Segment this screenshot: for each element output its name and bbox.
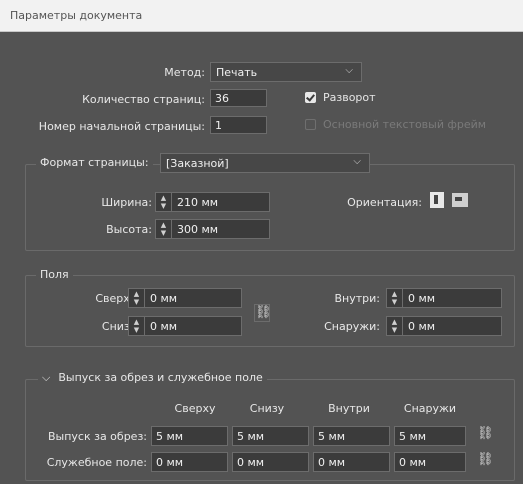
margin-top-stepper[interactable]: ▲ ▼ 0 мм [128,288,242,308]
page-format-select[interactable]: [Заказной] ⌵ [160,153,370,173]
width-label: Ширина: [101,196,152,209]
method-select[interactable]: Печать ⌵ [210,62,362,82]
bleed-outside-input[interactable]: 5 мм [394,426,466,446]
unlink-bleed-icon[interactable]: ⛓ [477,426,494,441]
slug-outside-input[interactable]: 0 мм [394,452,466,472]
pages-count-input[interactable]: 36 [210,89,267,107]
margin-outside-stepper[interactable]: ▲ ▼ 0 мм [386,316,502,336]
margin-top-value: 0 мм [150,292,178,305]
start-page-input[interactable]: 1 [210,116,267,134]
stepper-arrows-icon[interactable]: ▲ ▼ [156,193,172,211]
column-header-bottom: Снизу [249,402,285,415]
margin-bottom-stepper[interactable]: ▲ ▼ 0 мм [128,316,242,336]
height-value: 300 мм [177,223,219,236]
page-format-label: Формат страницы: [36,156,153,169]
method-label: Метод: [164,66,205,79]
primary-text-frame-checkbox[interactable] [305,119,316,130]
orientation-label: Ориентация: [347,196,422,209]
slug-row-label: Служебное поле: [46,456,147,469]
bleed-top-input[interactable]: 5 мм [151,426,228,446]
column-header-outside: Снаружи [403,402,457,415]
spread-label: Разворот [323,91,376,104]
margin-top-label: Сверху: [95,292,140,305]
margin-bottom-value: 0 мм [150,320,178,333]
chevron-down-icon: ⌵ [345,65,353,76]
bleed-inside-input[interactable]: 5 мм [313,426,390,446]
bleed-row-label: Выпуск за обрез: [47,430,147,443]
chevron-down-icon: ⌵ [42,371,51,384]
landscape-orientation-icon[interactable] [452,193,468,207]
margin-inside-label: Внутри: [334,292,381,305]
stepper-arrows-icon[interactable]: ▲ ▼ [129,317,145,335]
chevron-down-icon: ⌵ [353,156,361,167]
window-titlebar: Параметры документа [0,0,523,32]
link-margins-icon[interactable]: ⛓ [254,304,272,322]
column-header-inside: Внутри [328,402,370,415]
slug-top-input[interactable]: 0 мм [151,452,228,472]
stepper-arrows-icon[interactable]: ▲ ▼ [156,220,172,238]
window-title: Параметры документа [10,9,143,22]
stepper-arrows-icon[interactable]: ▲ ▼ [129,289,145,307]
width-value: 210 мм [177,196,219,209]
page-format-value: [Заказной] [166,157,229,170]
start-page-label: Номер начальной страницы: [38,120,205,133]
portrait-orientation-icon[interactable] [430,192,444,208]
margin-inside-stepper[interactable]: ▲ ▼ 0 мм [386,288,502,308]
stepper-arrows-icon[interactable]: ▲ ▼ [387,317,403,335]
bleed-slug-title: Выпуск за обрез и служебное поле [58,371,263,384]
margin-outside-value: 0 мм [408,320,436,333]
margin-inside-value: 0 мм [408,292,436,305]
stepper-arrows-icon[interactable]: ▲ ▼ [387,289,403,307]
width-stepper[interactable]: ▲ ▼ 210 мм [155,192,270,212]
height-label: Высота: [106,223,152,236]
unlink-slug-icon[interactable]: ⛓ [477,452,494,467]
document-setup-dialog: Метод: Печать ⌵ Количество страниц: 36 Р… [0,32,523,484]
primary-text-frame-label: Основной текстовый фрейм [323,118,487,131]
height-stepper[interactable]: ▲ ▼ 300 мм [155,219,270,239]
margin-outside-label: Снаружи: [324,320,380,333]
pages-count-label: Количество страниц: [82,93,205,106]
column-header-top: Сверху [174,402,216,415]
slug-inside-input[interactable]: 0 мм [313,452,390,472]
bleed-bottom-input[interactable]: 5 мм [232,426,309,446]
slug-bottom-input[interactable]: 0 мм [232,452,309,472]
spread-checkbox[interactable] [305,92,316,103]
bleed-slug-header[interactable]: ⌵ Выпуск за обрез и служебное поле [38,371,267,385]
margins-title: Поля [36,268,73,281]
method-value: Печать [216,66,258,79]
margin-bottom-label: Снизу: [101,320,140,333]
